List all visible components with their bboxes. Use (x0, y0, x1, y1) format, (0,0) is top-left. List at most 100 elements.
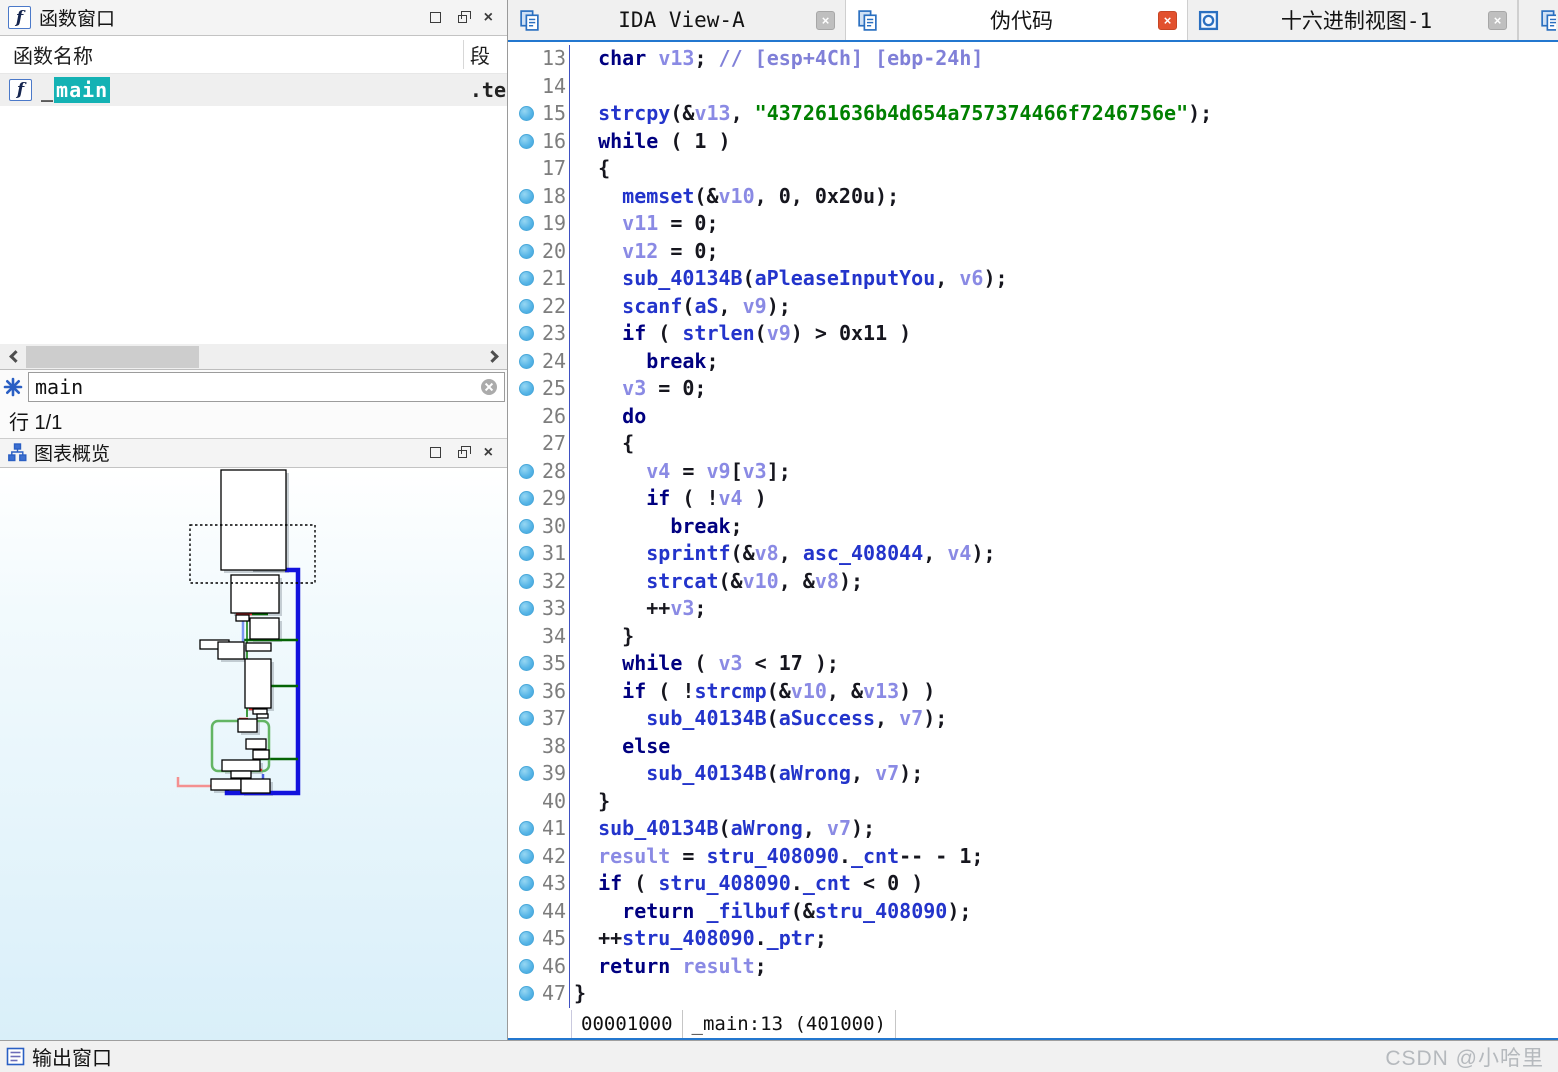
code-line-16[interactable]: 16 while ( 1 ) (508, 127, 1558, 155)
breakpoint-dot[interactable] (519, 133, 534, 149)
code-line-42[interactable]: 42 result = stru_408090._cnt-- - 1; (508, 842, 1558, 870)
breakpoint-dot[interactable] (519, 243, 534, 259)
code-line-25[interactable]: 25 v3 = 0; (508, 375, 1558, 403)
horizontal-scrollbar[interactable] (0, 343, 507, 370)
code-text: if ( stru_408090._cnt < 0 ) (598, 871, 924, 895)
restore-icon[interactable] (457, 11, 471, 23)
code-line-43[interactable]: 43 if ( stru_408090._cnt < 0 ) (508, 870, 1558, 898)
breakpoint-dot[interactable] (519, 298, 534, 314)
code-line-35[interactable]: 35 while ( v3 < 17 ); (508, 650, 1558, 678)
code-line-44[interactable]: 44 return _filbuf(&stru_408090); (508, 897, 1558, 925)
code-line-32[interactable]: 32 strcat(&v10, &v8); (508, 567, 1558, 595)
code-line-37[interactable]: 37 sub_40134B(aSuccess, v7); (508, 705, 1558, 733)
code-line-40[interactable]: 40 } (508, 787, 1558, 815)
code-line-28[interactable]: 28 v4 = v9[v3]; (508, 457, 1558, 485)
document-icon (518, 9, 541, 32)
tab-ida-view-a[interactable]: IDA View-A × (508, 0, 846, 40)
breakpoint-dot[interactable] (519, 326, 534, 342)
breakpoint-dot[interactable] (519, 876, 534, 892)
breakpoint-dot[interactable] (519, 381, 534, 397)
code-line-36[interactable]: 36 if ( !strcmp(&v10, &v13) ) (508, 677, 1558, 705)
code-line-41[interactable]: 41 sub_40134B(aWrong, v7); (508, 815, 1558, 843)
breakpoint-dot[interactable] (519, 766, 534, 782)
code-line-47[interactable]: 47} (508, 980, 1558, 1008)
breakpoint-dot[interactable] (519, 848, 534, 864)
code-line-38[interactable]: 38 else (508, 732, 1558, 760)
code-text: strcpy(&v13, "437261636b4d654a757374466f… (598, 101, 1213, 125)
line-number: 25 (542, 375, 570, 403)
functions-panel-title: 函数窗口 (39, 9, 116, 30)
column-header-segment[interactable]: 段 (470, 40, 490, 69)
code-line-24[interactable]: 24 break; (508, 347, 1558, 375)
code-line-33[interactable]: 33 ++v3; (508, 595, 1558, 623)
close-icon[interactable]: × (484, 9, 493, 25)
breakpoint-dot[interactable] (519, 573, 534, 589)
breakpoint-dot[interactable] (519, 986, 534, 1002)
scroll-left-button[interactable] (0, 343, 26, 369)
pseudocode-view[interactable]: 13 char v13; // [esp+4Ch] [ebp-24h] 14 15 … (508, 42, 1558, 1010)
breakpoint-dot[interactable] (519, 711, 534, 727)
code-line-14[interactable]: 14 (508, 72, 1558, 101)
graph-overview-canvas[interactable] (0, 467, 507, 1040)
code-line-21[interactable]: 21 sub_40134B(aPleaseInputYou, v6); (508, 265, 1558, 293)
breakpoint-dot[interactable] (519, 683, 534, 699)
code-line-20[interactable]: 20 v12 = 0; (508, 237, 1558, 265)
code-line-45[interactable]: 45 ++stru_408090._ptr; (508, 925, 1558, 953)
code-line-34[interactable]: 34 } (508, 622, 1558, 650)
breakpoint-dot[interactable] (519, 546, 534, 562)
breakpoint-dot[interactable] (519, 353, 534, 369)
maximize-icon[interactable] (429, 12, 441, 23)
code-text: ++v3; (574, 596, 707, 620)
code-text: v3 = 0; (622, 376, 707, 400)
scrollbar-thumb[interactable] (26, 345, 199, 368)
breakpoint-dot[interactable] (519, 958, 534, 974)
code-line-22[interactable]: 22 scanf(aS, v9); (508, 292, 1558, 320)
code-line-18[interactable]: 18 memset(&v10, 0, 0x20u); (508, 182, 1558, 210)
tab-hexview-1[interactable]: 十六进制视图-1 × (1188, 0, 1518, 40)
close-icon[interactable]: × (484, 444, 493, 460)
tab-partial[interactable] (1518, 0, 1556, 40)
code-line-39[interactable]: 39 sub_40134B(aWrong, v7); (508, 760, 1558, 788)
breakpoint-dot[interactable] (519, 463, 534, 479)
breakpoint-dot[interactable] (519, 216, 534, 232)
tab-pseudocode[interactable]: 伪代码 × (846, 0, 1188, 40)
code-line-27[interactable]: 27 { (508, 430, 1558, 458)
scroll-right-button[interactable] (481, 343, 507, 369)
breakpoint-dot[interactable] (519, 601, 534, 617)
breakpoint-dot[interactable] (519, 821, 534, 837)
code-line-17[interactable]: 17 { (508, 155, 1558, 183)
tab-close-icon[interactable]: × (816, 10, 835, 30)
code-line-15[interactable]: 15 strcpy(&v13, "437261636b4d654a7573744… (508, 100, 1558, 128)
code-line-29[interactable]: 29 if ( !v4 ) (508, 485, 1558, 513)
code-line-30[interactable]: 30 break; (508, 512, 1558, 540)
functions-panel: f 函数窗口 × 函数名称 段 f _ main .te main 行 1/1 … (0, 0, 508, 1040)
code-line-31[interactable]: 31 sprintf(&v8, asc_408044, v4); (508, 540, 1558, 568)
breakpoint-dot[interactable] (519, 106, 534, 122)
breakpoint-dot[interactable] (519, 931, 534, 947)
tab-close-icon[interactable]: × (1488, 10, 1507, 30)
clear-search-icon[interactable] (480, 378, 498, 396)
code-line-13[interactable]: 13 char v13; // [esp+4Ch] [ebp-24h] (508, 45, 1558, 73)
tab-close-icon[interactable]: × (1158, 10, 1177, 30)
breakpoint-dot[interactable] (519, 188, 534, 204)
search-box[interactable] (28, 371, 505, 402)
function-row-main[interactable]: f _ main .te (0, 74, 507, 106)
code-line-23[interactable]: 23 if ( strlen(v9) > 0x11 ) (508, 320, 1558, 348)
breakpoint-dot[interactable] (519, 518, 534, 534)
code-text: { (574, 431, 635, 455)
column-header-name[interactable]: 函数名称 (0, 40, 93, 69)
code-line-46[interactable]: 46 return result; (508, 952, 1558, 980)
breakpoint-dot[interactable] (519, 271, 534, 287)
code-text: else (622, 733, 671, 758)
code-line-19[interactable]: 19 v11 = 0; (508, 210, 1558, 238)
column-divider[interactable] (463, 40, 464, 69)
breakpoint-dot[interactable] (519, 903, 534, 919)
code-line-26[interactable]: 26 do (508, 402, 1558, 430)
code-text: break; (670, 513, 743, 538)
restore-icon[interactable] (457, 446, 471, 458)
breakpoint-dot[interactable] (519, 656, 534, 672)
breakpoint-dot[interactable] (519, 491, 534, 507)
maximize-icon[interactable] (429, 447, 441, 458)
search-input[interactable] (35, 374, 480, 399)
